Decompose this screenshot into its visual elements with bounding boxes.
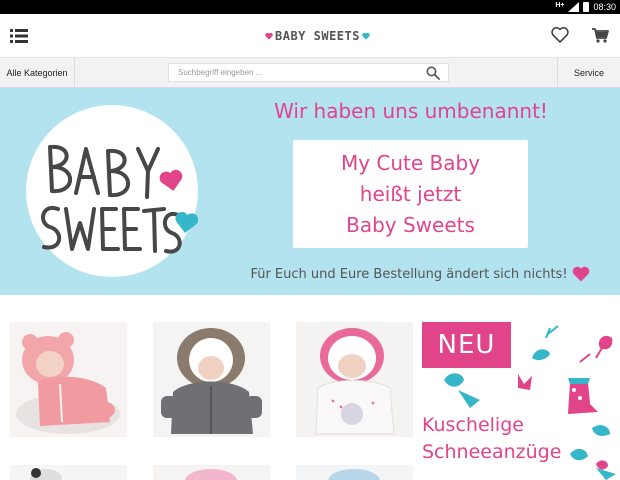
message-line: Baby Sweets <box>346 213 475 237</box>
logo-text: BABY SWEETS <box>275 29 360 43</box>
product-tile[interactable] <box>153 465 270 480</box>
promo-title-line: Schneeanzüge <box>422 441 562 463</box>
brand-logo[interactable]: BABY SWEETS <box>265 26 370 46</box>
product-tile[interactable] <box>10 465 127 480</box>
product-image-grey-overall <box>153 322 270 437</box>
message-line: heißt jetzt <box>359 182 462 206</box>
heart-logo-icon <box>265 32 273 40</box>
promo-title: Kuschelige Schneeanzüge <box>422 412 561 466</box>
rename-message-box: My Cute Baby heißt jetzt Baby Sweets <box>293 140 528 248</box>
category-search-bar: Alle Kategorien Service <box>0 58 620 88</box>
clock: 08:30 <box>593 2 616 12</box>
network-type: H+ <box>555 2 565 9</box>
all-categories-button[interactable]: Alle Kategorien <box>0 58 75 87</box>
product-image-blue-hood <box>296 465 413 480</box>
app-header: BABY SWEETS <box>0 14 620 58</box>
signal-icon <box>568 2 580 12</box>
search-input[interactable] <box>169 64 426 81</box>
status-bar: H+ 08:30 <box>0 0 620 14</box>
banner-headline: Wir haben uns umbenannt! <box>274 99 548 123</box>
battery-icon <box>583 2 590 12</box>
product-tile[interactable] <box>153 322 270 437</box>
rename-announcement-banner[interactable]: Wir haben uns umbenannt! My Cute Baby he… <box>0 88 620 295</box>
new-badge: NEU <box>422 322 511 368</box>
product-tile[interactable] <box>10 322 127 437</box>
product-image-pink-hood <box>153 465 270 480</box>
shopping-cart-icon[interactable] <box>590 25 610 45</box>
search-box <box>168 63 449 82</box>
heart-icon <box>572 266 589 282</box>
product-tile[interactable] <box>296 322 413 437</box>
heart-logo-icon <box>362 32 370 40</box>
search-icon[interactable] <box>426 66 440 80</box>
product-image-white-snowsuit <box>296 322 413 437</box>
baby-sweets-logo <box>41 144 198 254</box>
message-line: My Cute Baby <box>340 151 481 175</box>
new-snowsuits-promo[interactable]: NEU Kuschelige Schneeanzüge <box>420 318 620 480</box>
product-tile[interactable] <box>296 465 413 480</box>
promo-title-line: Kuschelige <box>422 414 524 436</box>
heart-outline-icon[interactable] <box>550 25 570 45</box>
service-button[interactable]: Service <box>557 58 620 87</box>
banner-footer: Für Euch und Eure Bestellung ändert sich… <box>230 266 610 282</box>
list-menu-icon[interactable] <box>10 28 28 44</box>
product-image-panda <box>10 465 127 480</box>
banner-footer-text: Für Euch und Eure Bestellung ändert sich… <box>250 266 568 282</box>
product-image-pink-overall <box>10 322 127 437</box>
